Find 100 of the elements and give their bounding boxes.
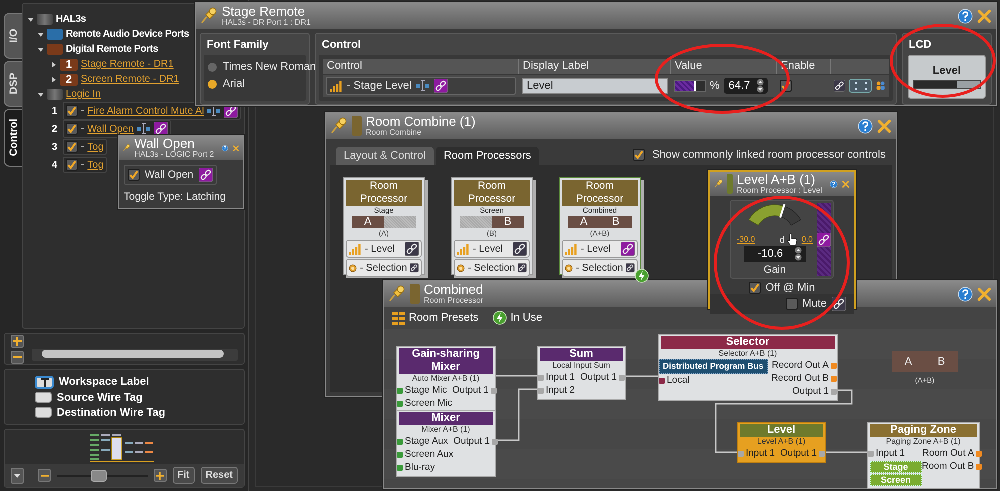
slider-thumb[interactable] — [90, 470, 107, 482]
logic-input-link[interactable]: Tog — [88, 160, 104, 170]
spinner-icon[interactable] — [756, 79, 766, 93]
link-icon[interactable] — [513, 242, 527, 256]
output-port[interactable] — [976, 464, 982, 470]
link-icon[interactable] — [834, 79, 846, 93]
processing-block[interactable]: Mixer Mixer A+B (1) Stage Aux Screen Aux Blu-ray Output 1 — [396, 410, 496, 477]
output-port[interactable] — [492, 438, 498, 444]
radio-label[interactable]: Arial — [223, 78, 246, 90]
logic-input-row[interactable]: - Tog — [63, 139, 107, 155]
link-icon[interactable] — [405, 242, 419, 256]
input-port[interactable] — [538, 388, 544, 394]
tree-item[interactable]: Logic In — [66, 89, 102, 100]
display-label-field[interactable]: Level — [522, 78, 668, 94]
checkbox[interactable] — [66, 105, 78, 117]
close-icon[interactable] — [977, 8, 992, 24]
input-port[interactable] — [397, 452, 403, 458]
zoom-in-button[interactable] — [154, 469, 167, 482]
window-titlebar[interactable]: Level A+B (1) Room Processor : Level — [710, 172, 854, 196]
input-port[interactable] — [397, 388, 403, 394]
input-port[interactable] — [397, 400, 403, 406]
window-titlebar[interactable]: Wall Open HAL3s - LOGIC Port 2 — [119, 136, 243, 160]
linked-control-row[interactable]: - Selection — [346, 259, 422, 277]
pin-icon[interactable] — [388, 285, 406, 303]
checkbox[interactable] — [66, 159, 78, 171]
zoom-out-button[interactable] — [38, 469, 51, 482]
window-titlebar[interactable]: Room Combine (1) Room Combine — [326, 113, 896, 139]
window-titlebar[interactable]: Stage Remote HAL3s - DR Port 1 : DR1 — [196, 3, 996, 29]
bus-tag[interactable]: Distributed Program Bus — [659, 359, 768, 374]
linked-control-row[interactable]: - Selection — [562, 259, 638, 277]
close-icon[interactable] — [977, 286, 992, 302]
wire-tag-label[interactable]: Workspace Label — [59, 376, 150, 388]
navigator-button[interactable]: Fit — [172, 467, 195, 484]
checkbox-label[interactable]: Show commonly linked room processor controls — [652, 148, 886, 160]
logic-input-row[interactable]: - Tog — [63, 157, 107, 173]
tree-item[interactable]: Stage Remote - DR1 — [81, 59, 174, 70]
expand-arrow-icon[interactable] — [52, 62, 56, 68]
linked-control-row[interactable]: - Level — [454, 240, 530, 258]
processing-block[interactable]: Selector Selector A+B (1) Distributed Program Bus Local Record Out A Record Out B Output 1 — [658, 334, 838, 401]
toggle-control[interactable]: Wall Open — [124, 165, 217, 185]
side-tab[interactable]: Control — [4, 109, 22, 167]
input-port[interactable] — [397, 438, 403, 444]
processing-block[interactable]: Gain-sharing Mixer Auto Mixer A+B (1) Stage Mic Screen Mic Output 1 — [396, 346, 496, 413]
link-strip[interactable] — [817, 203, 831, 276]
logic-input-link[interactable]: Tog — [88, 142, 104, 152]
connection-wire[interactable] — [496, 388, 537, 442]
pin-icon[interactable] — [200, 7, 218, 25]
expand-arrow-icon[interactable] — [52, 76, 56, 82]
checkbox[interactable] — [128, 169, 140, 181]
destination-tag-icon[interactable] — [35, 407, 52, 418]
tab[interactable]: Room Processors — [436, 147, 540, 165]
processing-block[interactable]: Paging Zone Paging Zone A+B (1) Input 1 Stage Screen Room Out A Room Out B — [867, 422, 980, 489]
checkbox[interactable] — [66, 141, 78, 153]
link-icon[interactable] — [518, 261, 527, 275]
spinner-icon[interactable] — [794, 247, 803, 261]
linked-control-row[interactable]: - Level — [562, 240, 638, 258]
logic-input-link[interactable]: Fire Alarm Control Mute Al — [88, 106, 204, 116]
logic-input-row[interactable]: - Fire Alarm Control Mute Al — [63, 102, 242, 120]
checkbox[interactable] — [748, 282, 761, 294]
help-icon[interactable] — [858, 118, 873, 134]
tree-item[interactable]: Digital Remote Ports — [66, 44, 158, 55]
pattern-button[interactable] — [849, 79, 872, 93]
input-port[interactable] — [868, 450, 874, 456]
gain-value-field[interactable]: -10.6 — [744, 246, 806, 262]
scrollbar-thumb[interactable] — [42, 350, 224, 358]
input-port[interactable] — [659, 378, 665, 384]
checkbox[interactable] — [633, 148, 646, 160]
dropdown-button[interactable] — [11, 468, 24, 484]
link-icon[interactable] — [434, 79, 448, 93]
horizontal-scrollbar[interactable] — [32, 349, 238, 361]
input-port[interactable] — [538, 374, 544, 380]
tree-item[interactable]: Screen Remote - DR1 — [81, 74, 180, 85]
side-tab[interactable]: I/O — [4, 13, 22, 59]
checkbox[interactable] — [66, 123, 78, 135]
side-tab[interactable]: DSP — [4, 61, 22, 107]
toolbar-button[interactable]: In Use — [492, 311, 542, 325]
radio-button[interactable] — [208, 80, 217, 88]
navigator-button[interactable]: Reset — [200, 467, 238, 484]
link-icon[interactable] — [817, 232, 831, 246]
zoom-in-button[interactable] — [11, 334, 24, 348]
linked-control-row[interactable]: - Level — [346, 240, 422, 258]
link-icon[interactable] — [198, 168, 213, 182]
value-field[interactable]: 64.7 — [724, 78, 768, 94]
input-port[interactable] — [738, 450, 744, 456]
group-icon[interactable] — [876, 80, 886, 92]
wire-tag-label[interactable]: Destination Wire Tag — [57, 406, 166, 418]
logic-input-link[interactable]: Wall Open — [88, 124, 134, 134]
processing-block[interactable]: Level Level A+B (1) Input 1 Output 1 — [737, 422, 826, 463]
radio-label[interactable]: Times New Roman — [223, 61, 316, 73]
link-icon[interactable] — [626, 261, 635, 275]
radio-button[interactable] — [208, 62, 217, 72]
link-icon[interactable] — [621, 242, 635, 256]
toolbar-button[interactable]: Room Presets — [392, 312, 479, 324]
tree-item[interactable]: Remote Audio Device Ports — [66, 29, 190, 40]
label-tag-icon[interactable] — [35, 376, 54, 388]
tab[interactable]: Layout & Control — [336, 147, 434, 165]
pin-icon[interactable] — [330, 117, 348, 135]
output-port[interactable] — [976, 450, 982, 456]
link-icon[interactable] — [410, 261, 419, 275]
checkbox-label[interactable]: Off @ Min — [766, 282, 816, 294]
